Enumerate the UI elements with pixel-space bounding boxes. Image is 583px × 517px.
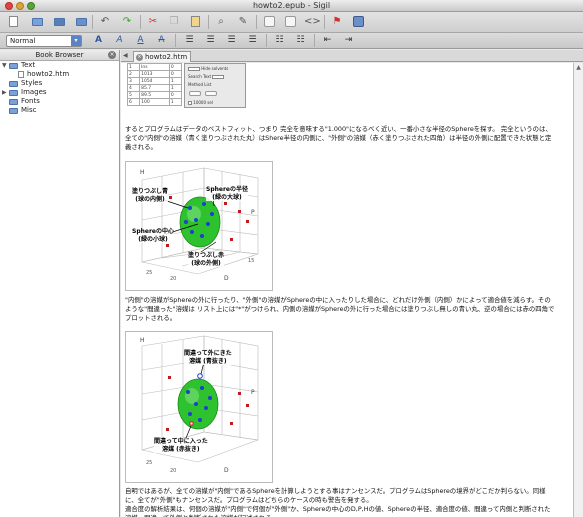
- wrong-outside-point: [197, 373, 203, 379]
- file-icon: [18, 71, 24, 78]
- paste-icon[interactable]: [188, 15, 202, 29]
- paragraph-4: 適合度の解析結果は、何個の溶媒が"内側"で何個が"外側"か、Sphereの中心の…: [125, 505, 551, 517]
- strikethrough-icon[interactable]: A: [155, 34, 168, 47]
- chevron-left-icon[interactable]: ◀: [123, 52, 128, 59]
- close-icon[interactable]: ×: [108, 51, 116, 59]
- folder-icon: [9, 108, 18, 114]
- figure-wrong-solvents: P H D 25 20 間違って外にきた 溶媒 (青抜き) 間違って中に入った 溶媒…: [125, 331, 273, 483]
- annotation-filled-red: 塗りつぶし赤 (球の外側): [188, 252, 225, 267]
- data-table: 1 Ins 0 2 1013 0 3 1054 1 4 85.7 1 5 89.5 0 6 100 1: [126, 63, 183, 106]
- sphere-3d-plot: P H D 25 20 15: [140, 167, 259, 282]
- axis-label-p: P: [251, 209, 255, 216]
- vertical-scrollbar[interactable]: ▲: [573, 63, 583, 517]
- bullet-list-icon[interactable]: ☷: [273, 34, 286, 47]
- tree-item-styles[interactable]: Styles: [0, 79, 119, 88]
- tree-item-howto2[interactable]: howto2.htm: [0, 70, 119, 79]
- axis-label-h: H: [140, 337, 145, 344]
- annotation-filled-blue: 塗りつぶし青 (球の内側): [132, 188, 169, 203]
- tree-item-fonts[interactable]: Fonts: [0, 97, 119, 106]
- axis-label-h: H: [140, 169, 145, 176]
- decrease-indent-icon[interactable]: ⇤: [321, 34, 334, 47]
- format-toolbar: Normal ▾ A A A A ☰ ☰ ☰ ☰ ☷ ☷ ⇤ ⇥: [0, 33, 583, 49]
- justify-icon[interactable]: ☰: [246, 34, 259, 47]
- paragraph-2: "内側"の溶媒がSphereの外に行ったり、"外側"の溶媒がSphereの中に入…: [125, 296, 555, 322]
- paragraph-1: するとプログラムはデータのベストフィット、つまり 完全を意味する"1.000"に…: [125, 125, 552, 151]
- undo-icon[interactable]: ↶: [98, 15, 112, 29]
- program-screenshot: 1 Ins 0 2 1013 0 3 1054 1 4 85.7 1 5 89.5 0 6 100 1 …: [121, 63, 251, 110]
- toc-icon[interactable]: [351, 15, 365, 29]
- meta-editor-icon[interactable]: ✎: [236, 15, 250, 29]
- align-right-icon[interactable]: ☰: [225, 34, 238, 47]
- new-file-icon[interactable]: [6, 15, 20, 29]
- book-browser-header: Book Browser ×: [0, 50, 119, 61]
- title-bar: howto2.epub - Sigil: [0, 0, 583, 12]
- save-icon[interactable]: [52, 15, 66, 29]
- tree-item-images[interactable]: ▶ Images: [0, 88, 119, 97]
- close-icon[interactable]: ×: [136, 54, 143, 61]
- copy-icon[interactable]: ❐: [167, 15, 181, 29]
- scroll-up-icon[interactable]: ▲: [575, 64, 582, 72]
- save-as-icon[interactable]: [74, 15, 88, 29]
- number-list-icon[interactable]: ☷: [294, 34, 307, 47]
- tab-label: howto2.htm: [145, 53, 188, 61]
- tick-label: 20: [170, 276, 176, 282]
- paragraph-style-value: Normal: [10, 37, 36, 45]
- open-folder-icon[interactable]: [30, 15, 44, 29]
- cut-icon[interactable]: ✂: [146, 15, 160, 29]
- tree-item-label: Images: [21, 88, 47, 96]
- tree-item-label: Fonts: [21, 97, 40, 105]
- axis-label-d: D: [224, 275, 229, 282]
- tree-item-text[interactable]: ▼ Text: [0, 61, 119, 70]
- italic-icon[interactable]: A: [113, 34, 126, 47]
- align-left-icon[interactable]: ☰: [183, 34, 196, 47]
- spellcheck-icon[interactable]: ⚑: [330, 15, 344, 29]
- options-panel: Hide solvents Search Text Method List 10…: [184, 63, 246, 108]
- axis-label-d: D: [224, 467, 229, 474]
- align-center-icon[interactable]: ☰: [204, 34, 217, 47]
- tree-item-label: howto2.htm: [27, 70, 70, 78]
- annotation-wrong-outside: 間違って外にきた 溶媒 (青抜き): [184, 350, 232, 365]
- redo-icon[interactable]: ↷: [120, 15, 134, 29]
- tree-item-label: Text: [21, 61, 36, 69]
- book-view-icon[interactable]: [262, 15, 276, 29]
- find-replace-icon[interactable]: ⌕: [214, 15, 228, 29]
- folder-icon: [9, 81, 18, 87]
- editor-tab-bar: ◀ × howto2.htm: [121, 50, 583, 62]
- tick-label: 20: [170, 468, 176, 474]
- folder-icon: [9, 63, 18, 69]
- chevron-right-icon[interactable]: ▶: [2, 88, 7, 97]
- tree-item-misc[interactable]: Misc: [0, 106, 119, 115]
- tick-label: 15: [248, 258, 254, 264]
- annotation-sphere-center: Sphereの中心 (緑の小球): [132, 228, 174, 243]
- tab-howto2[interactable]: × howto2.htm: [133, 51, 191, 62]
- axis-label-p: P: [251, 389, 255, 396]
- tick-label: 25: [146, 270, 152, 276]
- wrong-inside-point: [189, 421, 194, 426]
- main-toolbar: ↶ ↷ ✂ ❐ ⌕ ✎ <> ⚑: [0, 12, 583, 33]
- annotation-sphere-radius: Sphereの半径 (緑の大球): [206, 186, 248, 201]
- folder-icon: [9, 90, 18, 96]
- book-browser-title: Book Browser: [35, 51, 84, 59]
- code-view-icon[interactable]: <>: [304, 15, 321, 29]
- figure-sphere-fit: P H D 25 20 15 塗りつぶし青 (球の内側) Sphereの半径 (緑の…: [125, 161, 273, 291]
- folder-icon: [9, 99, 18, 105]
- paragraph-style-select[interactable]: Normal ▾: [6, 35, 82, 47]
- annotation-wrong-inside: 間違って中に入った 溶媒 (赤抜き): [154, 438, 208, 453]
- chevron-down-icon[interactable]: ▼: [2, 61, 7, 70]
- chevron-down-icon: ▾: [71, 36, 81, 46]
- increase-indent-icon[interactable]: ⇥: [342, 34, 355, 47]
- book-browser-panel: Book Browser × ▼ Text howto2.htm Styles …: [0, 50, 120, 517]
- bold-icon[interactable]: A: [92, 34, 105, 47]
- tick-label: 25: [146, 460, 152, 466]
- book-view[interactable]: 1 Ins 0 2 1013 0 3 1054 1 4 85.7 1 5 89.5 0 6 100 1 …: [121, 63, 573, 517]
- window-title: howto2.epub - Sigil: [252, 1, 331, 10]
- split-view-icon[interactable]: [283, 15, 297, 29]
- underline-icon[interactable]: A: [134, 34, 147, 47]
- paragraph-3: 自明ではあるが、全ての溶媒が"内側"であるSphereを計算しようとする事はナン…: [125, 487, 546, 504]
- tree-item-label: Styles: [21, 79, 43, 87]
- tree-item-label: Misc: [21, 106, 37, 114]
